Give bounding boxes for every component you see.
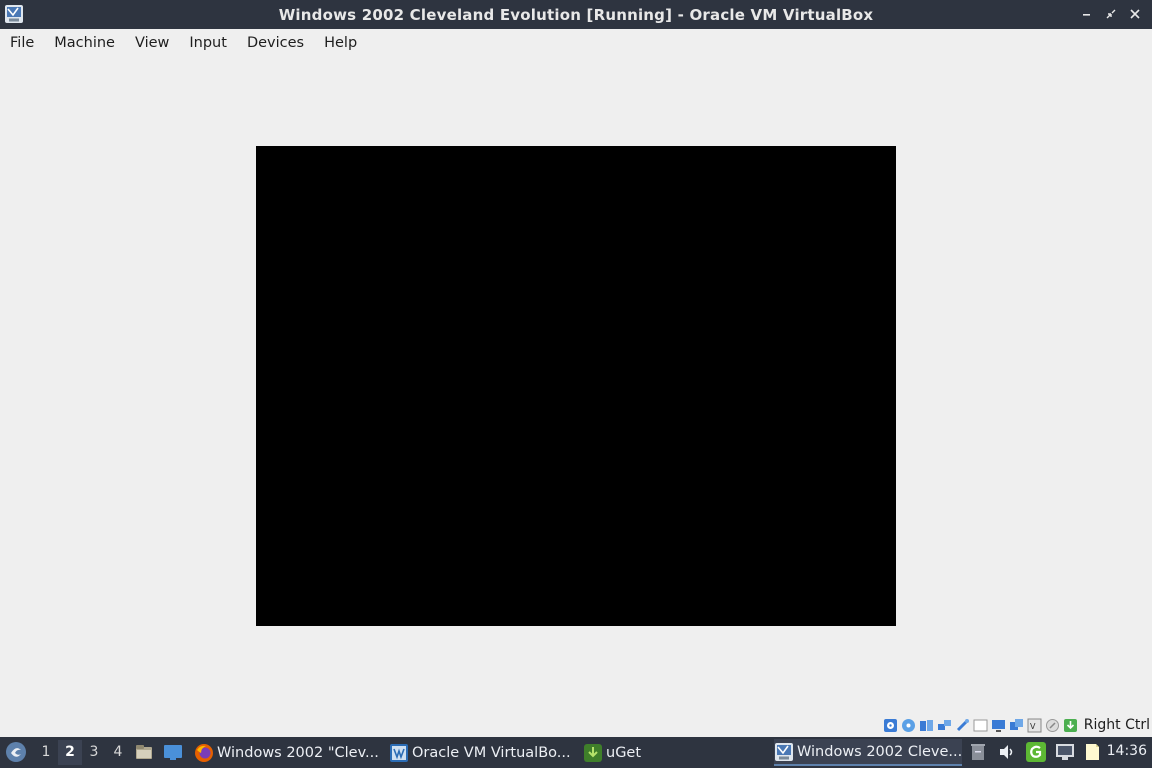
hard-disk-icon[interactable] — [883, 718, 898, 733]
usb-icon[interactable] — [955, 718, 970, 733]
task-vm-window[interactable]: Windows 2002 Cleve... — [774, 739, 962, 766]
desktop-switcher: 1 2 3 4 — [34, 740, 130, 765]
network-tray-icon[interactable] — [1054, 741, 1076, 763]
optical-drive-icon[interactable] — [901, 718, 916, 733]
task-firefox[interactable]: Windows 2002 "Clev... — [194, 739, 380, 766]
desktop-1-button[interactable]: 1 — [34, 740, 58, 765]
uget-tray-icon[interactable] — [1025, 741, 1047, 763]
menu-file[interactable]: File — [0, 29, 44, 57]
start-menu-icon[interactable] — [5, 741, 27, 763]
virtualization-icon[interactable]: V — [1027, 718, 1042, 733]
close-button[interactable] — [1126, 4, 1144, 24]
firefox-icon — [195, 743, 213, 762]
audio-icon[interactable] — [919, 718, 934, 733]
menu-machine[interactable]: Machine — [44, 29, 125, 57]
window-title: Windows 2002 Cleveland Evolution [Runnin… — [278, 6, 874, 24]
svg-text:V: V — [1030, 722, 1036, 731]
menu-devices[interactable]: Devices — [237, 29, 314, 57]
title-bar[interactable]: Windows 2002 Cleveland Evolution [Runnin… — [0, 0, 1152, 29]
vm-window-icon — [775, 742, 793, 761]
menu-view[interactable]: View — [125, 29, 179, 57]
trash-icon[interactable] — [968, 741, 988, 763]
volume-icon[interactable] — [996, 741, 1018, 763]
minimize-button[interactable] — [1078, 4, 1096, 24]
restore-icon — [1106, 9, 1116, 19]
task-label: uGet — [606, 744, 642, 761]
uget-icon — [584, 743, 602, 762]
video-capture-icon[interactable] — [1009, 718, 1024, 733]
vm-status-bar: V Right Ctrl — [883, 715, 1150, 735]
menu-help[interactable]: Help — [314, 29, 367, 57]
network-icon[interactable] — [937, 718, 952, 733]
menu-bar: File Machine View Input Devices Help — [0, 29, 1152, 57]
menu-input[interactable]: Input — [179, 29, 237, 57]
task-label: Oracle VM VirtualBo... — [412, 744, 571, 761]
mouse-integration-icon[interactable] — [1045, 718, 1060, 733]
shared-folders-icon[interactable] — [973, 718, 988, 733]
desktop-4-button[interactable]: 4 — [106, 740, 130, 765]
vm-display[interactable] — [256, 146, 896, 626]
file-manager-icon[interactable] — [134, 742, 154, 762]
minimize-icon — [1083, 14, 1090, 16]
display-icon[interactable] — [991, 718, 1006, 733]
desktop-2-button[interactable]: 2 — [58, 740, 82, 765]
notes-icon[interactable] — [1081, 741, 1103, 763]
task-label: Windows 2002 "Clev... — [217, 744, 379, 761]
task-uget[interactable]: uGet — [583, 739, 653, 766]
clock[interactable]: 14:36 — [1107, 743, 1147, 759]
desktop-3-button[interactable]: 3 — [82, 740, 106, 765]
host-key-label: Right Ctrl — [1083, 717, 1150, 733]
task-label: Windows 2002 Cleve... — [797, 743, 962, 760]
task-virtualbox-manager[interactable]: Oracle VM VirtualBo... — [389, 739, 573, 766]
restore-button[interactable] — [1102, 4, 1120, 24]
keyboard-icon[interactable] — [1063, 718, 1078, 733]
desktop-icon[interactable] — [163, 742, 183, 762]
close-icon — [1130, 9, 1140, 19]
virtualbox-icon — [390, 743, 408, 762]
taskbar: 1 2 3 4 Windows 2002 "Clev... Oracle VM … — [0, 737, 1152, 768]
